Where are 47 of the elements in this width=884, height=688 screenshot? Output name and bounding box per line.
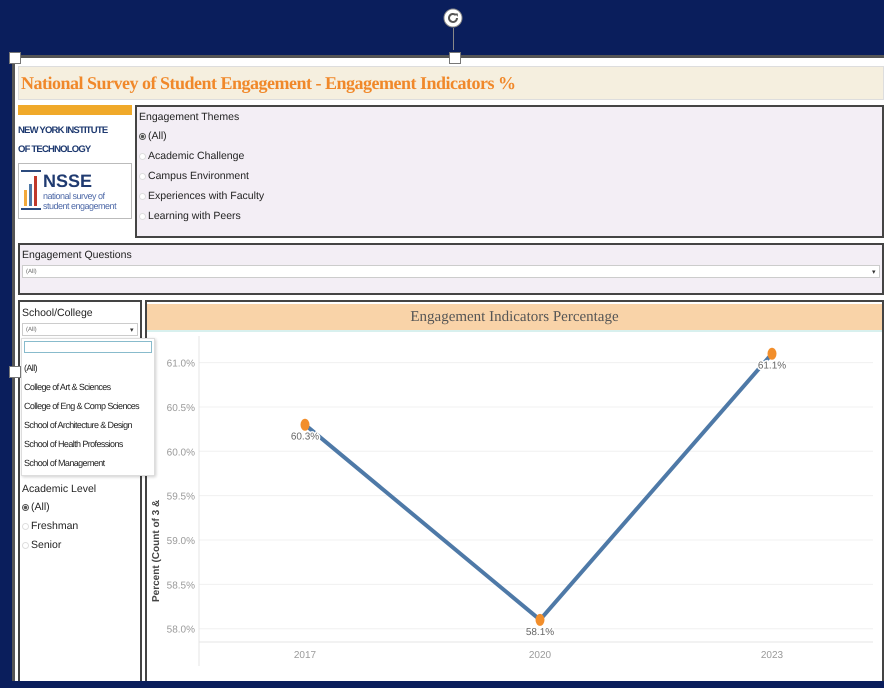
- logo-tagline: national survey of: [43, 191, 106, 201]
- x-tick-label: 2023: [760, 650, 784, 661]
- logo-tagline: student engagement: [43, 201, 116, 211]
- data-label: 60.3%: [290, 432, 320, 443]
- radio-option[interactable]: (All): [22, 499, 138, 515]
- y-tick-label: 58.5%: [166, 580, 195, 592]
- radio-option[interactable]: Senior: [22, 537, 138, 553]
- bars-icon: [21, 170, 41, 212]
- y-tick-label: 59.0%: [166, 536, 195, 547]
- y-tick-label: 59.5%: [166, 492, 195, 503]
- menu-item[interactable]: School of Management: [24, 454, 105, 473]
- menu-item[interactable]: School of Health Professions: [24, 435, 123, 454]
- menu-item[interactable]: College of Art & Sciences: [24, 378, 111, 397]
- x-tick-label: 2020: [528, 650, 552, 661]
- institute-name: NEW YORK INSTITUTE: [18, 124, 109, 138]
- data-label: 58.1%: [526, 626, 554, 638]
- rotate-handle-icon[interactable]: [443, 8, 463, 28]
- menu-item[interactable]: (All): [24, 359, 37, 378]
- radio-option[interactable]: (All): [139, 128, 880, 144]
- y-tick-label: 60.5%: [166, 402, 195, 414]
- menu-item[interactable]: College of Eng & Comp Sciences: [24, 397, 140, 416]
- resize-handle[interactable]: [449, 52, 461, 64]
- filter-label: School/College: [22, 306, 94, 320]
- dashboard-title: National Survey of Student Engagement - Engagement Indicators %: [18, 66, 884, 100]
- y-tick-label: 60.0%: [166, 447, 195, 458]
- resize-handle[interactable]: [9, 366, 21, 378]
- x-tick-label: 2017: [294, 650, 316, 661]
- y-axis-title: Percent (Count of 3 &: [151, 500, 162, 602]
- institute-name: OF TECHNOLOGY: [18, 143, 92, 157]
- search-field[interactable]: [24, 341, 152, 353]
- filter-label: Engagement Questions: [22, 248, 133, 262]
- filter-label: Engagement Themes: [139, 110, 240, 124]
- y-tick-label: 61.0%: [166, 358, 195, 370]
- radio-option[interactable]: Academic Challenge: [139, 148, 880, 164]
- data-point: [300, 418, 310, 431]
- radio-option[interactable]: Experiences with Faculty: [139, 188, 880, 204]
- menu-item[interactable]: School of Architecture & Design: [24, 416, 132, 435]
- radio-option[interactable]: Learning with Peers: [139, 208, 880, 224]
- chart-title: Engagement Indicators Percentage: [147, 304, 882, 332]
- nsse-acronym: NSSE: [43, 171, 94, 191]
- filter-label: Academic Level: [22, 482, 98, 496]
- resize-handle[interactable]: [9, 52, 21, 64]
- y-tick-label: 58.0%: [166, 624, 195, 636]
- data-point: [768, 348, 776, 360]
- radio-option[interactable]: Campus Environment: [139, 168, 880, 184]
- radio-option[interactable]: Freshman: [22, 518, 138, 534]
- data-point: [536, 614, 544, 626]
